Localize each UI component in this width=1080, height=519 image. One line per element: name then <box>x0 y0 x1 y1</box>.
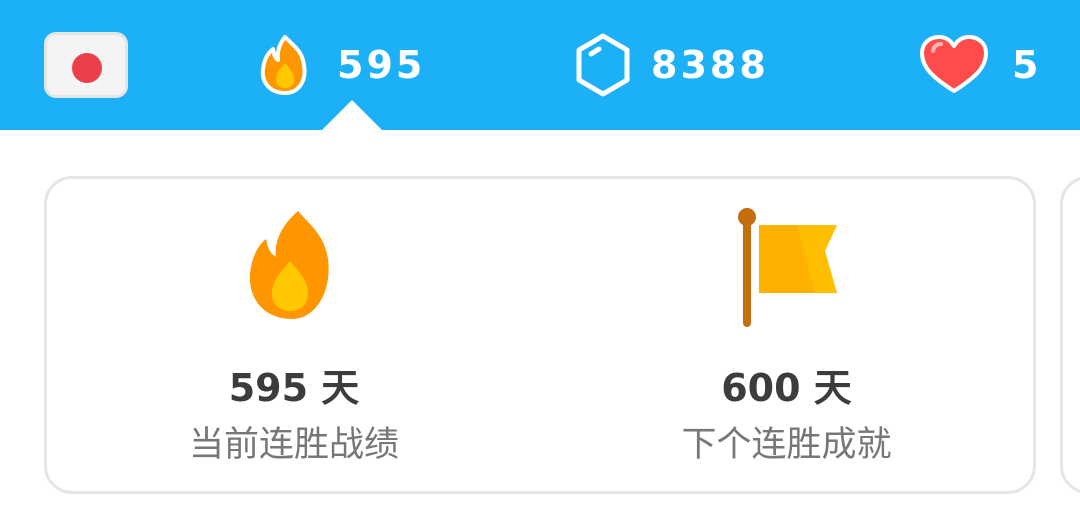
gem-icon <box>576 33 630 97</box>
flame-icon <box>249 211 329 319</box>
streak-count: 595 <box>337 43 426 87</box>
current-streak-card: 595 天 当前连胜战绩 <box>44 176 544 494</box>
flag-icon <box>737 208 837 327</box>
next-card-peek <box>1060 176 1080 494</box>
language-flag-button[interactable] <box>44 32 128 98</box>
gems-count: 8388 <box>651 43 769 87</box>
hearts-count: 5 <box>1012 43 1042 87</box>
next-milestone-card: 600 天 下个连胜成就 <box>540 176 1036 494</box>
next-milestone-value: 600 天 <box>721 366 852 410</box>
streak-stat[interactable]: 595 <box>255 30 425 100</box>
hearts-stat[interactable]: 5 <box>918 30 1041 100</box>
flame-icon <box>260 35 307 95</box>
next-milestone-label: 下个连胜成就 <box>681 425 892 465</box>
current-streak-label: 当前连胜战绩 <box>188 425 399 465</box>
japanese-flag-icon <box>72 53 102 83</box>
current-streak-value: 595 天 <box>228 366 360 410</box>
heart-icon <box>920 35 988 93</box>
streak-dropdown-pointer <box>322 100 382 130</box>
top-bar: 595 8388 5 <box>0 0 1080 130</box>
gems-stat[interactable]: 8388 <box>575 30 769 100</box>
